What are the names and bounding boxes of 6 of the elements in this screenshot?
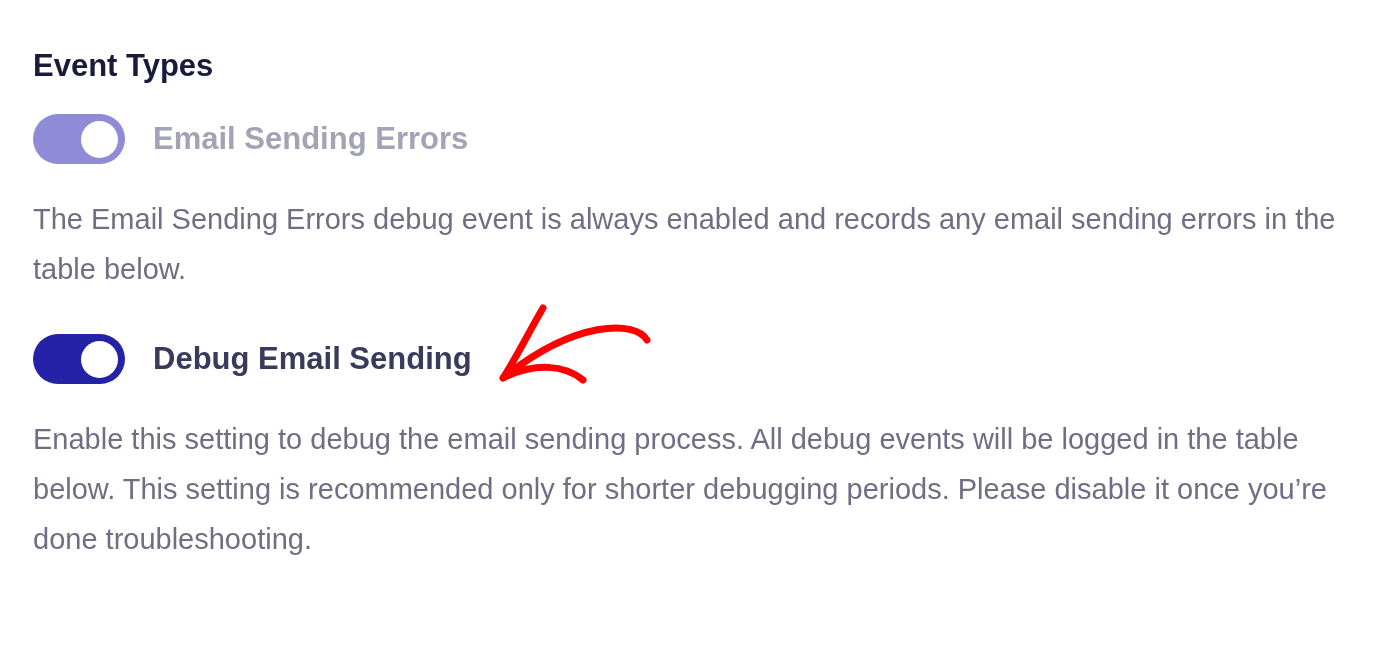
- section-title: Event Types: [33, 48, 215, 84]
- setting-label: Debug Email Sending: [153, 341, 472, 377]
- toggle-switch[interactable]: [33, 334, 125, 384]
- setting-label: Email Sending Errors: [153, 121, 469, 157]
- setting-description: Enable this setting to debug the email sending process. All debug events will be logged in the table below. This setting is recommended only for shorter debugging periods. Please disable it once you’re done troubleshooting.: [33, 422, 1328, 557]
- setting-description: The Email Sending Errors debug event is always enabled and records any email sending errors in the table below.: [33, 202, 1337, 287]
